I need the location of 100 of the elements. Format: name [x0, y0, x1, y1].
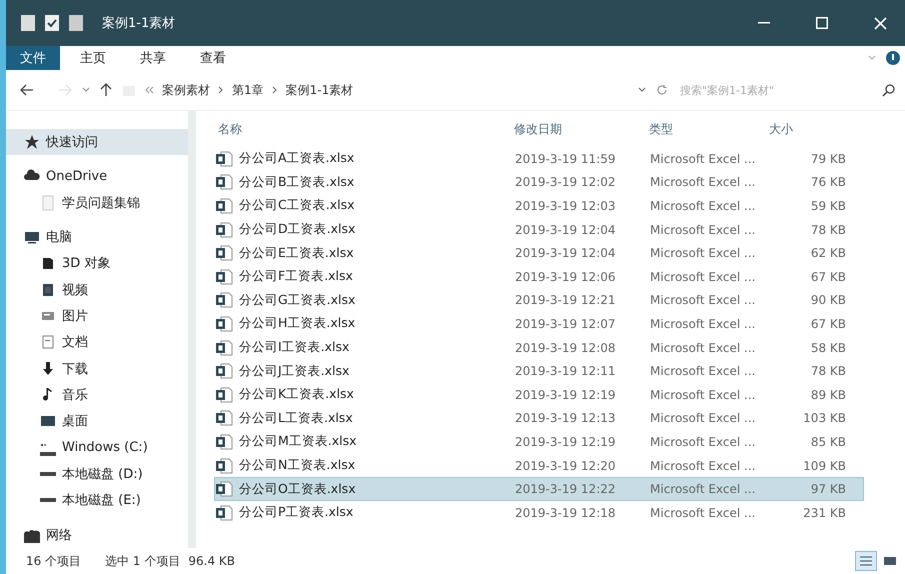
sidebar-item[interactable]: OneDrive — [6, 163, 188, 190]
breadcrumb-item[interactable]: 第1章 — [232, 82, 264, 98]
checkbox-icon[interactable] — [44, 14, 60, 32]
size-cell-text: 76 KB — [810, 175, 846, 190]
file-name: 分公司G工资表.xlsx — [239, 292, 356, 309]
drive-icon — [40, 498, 56, 502]
type-cell-text: Microsoft Excel ... — [649, 270, 756, 284]
date-cell-text: 2019-3-19 12:13 — [514, 411, 616, 426]
type-cell-text: Microsoft Excel ... — [649, 152, 756, 166]
ribbon-tab[interactable]: 共享 — [126, 46, 180, 70]
refresh-button[interactable] — [656, 84, 668, 96]
file-row[interactable]: 分公司G工资表.xlsx 2019-3-19 12:21 Microsoft Excel ... 90 KB — [214, 288, 864, 312]
file-menu-tab[interactable]: 文件 — [6, 46, 60, 70]
date-cell-text: 2019-3-19 12:02 — [514, 175, 616, 190]
search-icon[interactable] — [882, 84, 895, 96]
file-row[interactable]: 分公司C工资表.xlsx 2019-3-19 12:03 Microsoft Excel ... 59 KB — [214, 194, 864, 218]
column-header[interactable]: 修改日期 — [510, 120, 645, 138]
file-row[interactable]: 分公司L工资表.xlsx 2019-3-19 12:13 Microsoft Excel ... 103 KB — [214, 406, 864, 430]
file-name: 分公司F工资表.xlsx — [239, 268, 353, 286]
sidebar-item[interactable]: 快速访问 — [6, 129, 188, 156]
type-cell-text: Microsoft Excel ... — [649, 364, 756, 378]
date-cell-text: 2019-3-19 12:04 — [514, 222, 616, 237]
search-field[interactable]: 搜索"案例1-1素材" — [678, 77, 872, 103]
column-header[interactable]: 大小 — [765, 120, 845, 138]
file-row[interactable]: 分公司M工资表.xlsx 2019-3-19 12:19 Microsoft Excel ... 85 KB — [214, 430, 864, 454]
sidebar-item[interactable]: Windows (C:) — [6, 434, 188, 461]
size-cell-text: 90 KB — [810, 293, 846, 308]
recent-dropdown-button[interactable] — [82, 87, 90, 93]
file-row[interactable]: 分公司K工资表.xlsx 2019-3-19 12:19 Microsoft Excel ... 89 KB — [214, 382, 864, 407]
file-name: 分公司B工资表.xlsx — [239, 174, 354, 191]
ribbon-tab[interactable]: 查看 — [186, 46, 240, 70]
sidebar-item[interactable]: 3D 对象 — [6, 250, 188, 277]
date-cell-text: 2019-3-19 12:18 — [514, 506, 616, 520]
type-cell-text: Microsoft Excel ... — [649, 222, 756, 237]
ribbon-tab[interactable]: 主页 — [66, 46, 120, 70]
file-name: 分公司E工资表.xlsx — [239, 244, 354, 262]
file-row[interactable]: 分公司D工资表.xlsx 2019-3-19 12:04 Microsoft Excel ... 78 KB — [214, 218, 864, 242]
breadcrumb-item[interactable]: 案例1-1素材 — [286, 82, 354, 98]
excel-file-icon — [215, 292, 233, 308]
column-header[interactable]: 名称 — [214, 120, 510, 138]
sidebar-item[interactable]: 本地磁盘 (D:) — [6, 460, 188, 488]
file-row[interactable]: 分公司E工资表.xlsx 2019-3-19 12:04 Microsoft Excel ... 62 KB — [214, 241, 864, 265]
star-icon — [24, 134, 40, 150]
date-cell-text: 2019-3-19 12:22 — [514, 482, 616, 496]
address-dropdown-button[interactable] — [638, 87, 646, 93]
file-row[interactable]: 分公司F工资表.xlsx 2019-3-19 12:06 Microsoft Excel ... 67 KB — [214, 264, 864, 289]
file-row[interactable]: 分公司P工资表.xlsx 2019-3-19 12:18 Microsoft Excel ... 231 KB — [214, 500, 864, 524]
size-cell-text: 78 KB — [810, 222, 846, 237]
file-name: 分公司J工资表.xlsx — [239, 362, 350, 380]
date-cell-text: 2019-3-19 12:21 — [514, 293, 616, 308]
file-row[interactable]: 分公司B工资表.xlsx 2019-3-19 12:02 Microsoft Excel ... 76 KB — [214, 170, 864, 194]
excel-file-icon — [215, 150, 233, 167]
file-row[interactable]: 分公司I工资表.xlsx 2019-3-19 12:08 Microsoft Excel ... 58 KB — [214, 336, 864, 360]
file-row[interactable]: 分公司J工资表.xlsx 2019-3-19 12:11 Microsoft Excel ... 78 KB — [214, 359, 864, 383]
up-button[interactable] — [100, 83, 112, 97]
size-cell-text: 85 KB — [810, 434, 846, 449]
details-view-button[interactable] — [855, 551, 877, 571]
details-icon — [859, 555, 873, 567]
drive-icon — [40, 472, 56, 476]
type-cell-text: Microsoft Excel ... — [649, 246, 756, 260]
column-header[interactable]: 类型 — [645, 120, 765, 138]
file-row[interactable]: 分公司H工资表.xlsx 2019-3-19 12:07 Microsoft Excel ... 67 KB — [214, 312, 864, 336]
overflow-chevron-icon[interactable] — [144, 86, 154, 94]
sidebar-item[interactable]: 音乐 — [6, 382, 188, 408]
sidebar-item[interactable]: 本地磁盘 (E:) — [6, 487, 188, 514]
type-cell-text: Microsoft Excel ... — [649, 458, 756, 473]
type-cell-text: Microsoft Excel ... — [649, 198, 756, 213]
sidebar-item[interactable]: 视频 — [6, 276, 188, 303]
excel-file-icon — [215, 340, 233, 356]
date-cell-text: 2019-3-19 12:20 — [514, 458, 616, 473]
size-cell-text: 79 KB — [810, 152, 846, 166]
file-row[interactable]: 分公司A工资表.xlsx 2019-3-19 11:59 Microsoft Excel ... 79 KB — [214, 147, 864, 171]
minimize-icon — [758, 22, 770, 24]
file-name: 分公司D工资表.xlsx — [239, 221, 356, 238]
file-icon — [40, 194, 56, 211]
size-cell-text: 231 KB — [802, 506, 846, 520]
file-row[interactable]: 分公司N工资表.xlsx 2019-3-19 12:20 Microsoft Excel ... 109 KB — [214, 454, 864, 478]
sidebar-item[interactable]: 文档 — [6, 329, 188, 356]
sidebar-item[interactable]: 下载 — [6, 356, 188, 382]
sidebar-item[interactable]: 学员问题集锦 — [6, 190, 188, 216]
back-button[interactable] — [20, 84, 34, 96]
sidebar-item[interactable]: 网络 — [6, 522, 188, 548]
excel-file-icon — [215, 410, 233, 426]
sidebar-item[interactable]: 电脑 — [6, 224, 188, 250]
sidebar-item[interactable]: 桌面 — [6, 408, 188, 435]
size-cell-text: 67 KB — [810, 316, 846, 331]
breadcrumb-item[interactable]: 案例素材 — [162, 82, 210, 98]
date-cell-text: 2019-3-19 12:06 — [514, 270, 616, 284]
close-icon — [874, 16, 886, 30]
file-name: 分公司M工资表.xlsx — [239, 433, 357, 450]
excel-file-icon — [215, 245, 233, 262]
window-title: 案例1-1素材 — [102, 15, 176, 32]
file-name: 分公司K工资表.xlsx — [239, 386, 354, 404]
sidebar-item[interactable]: 图片 — [6, 302, 188, 330]
file-row[interactable]: 分公司O工资表.xlsx 2019-3-19 12:22 Microsoft Excel ... 97 KB — [214, 477, 864, 501]
selection-count: 选中 1 个项目 — [105, 552, 180, 570]
date-cell-text: 2019-3-19 12:11 — [514, 364, 616, 378]
type-cell-text: Microsoft Excel ... — [649, 175, 756, 190]
type-cell-text: Microsoft Excel ... — [649, 411, 756, 426]
excel-file-icon — [215, 481, 233, 498]
